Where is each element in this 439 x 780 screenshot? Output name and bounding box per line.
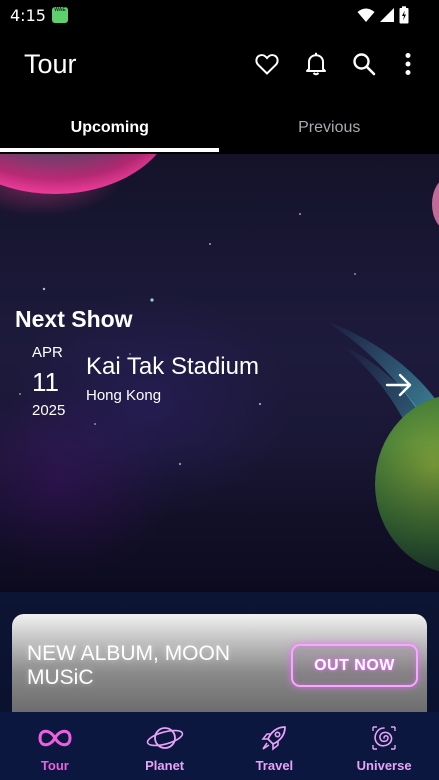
hero-shade bbox=[0, 442, 439, 592]
nav-label-planet: Planet bbox=[145, 758, 185, 773]
nav-item-travel[interactable]: Travel bbox=[220, 712, 330, 780]
next-show-heading: Next Show bbox=[15, 306, 133, 332]
nav-item-planet[interactable]: Planet bbox=[110, 712, 220, 780]
more-vert-icon bbox=[405, 53, 411, 75]
tab-upcoming[interactable]: Upcoming bbox=[0, 102, 220, 154]
wifi-icon bbox=[357, 8, 375, 22]
out-now-button[interactable]: OUT NOW bbox=[291, 644, 418, 687]
favorites-button[interactable] bbox=[253, 50, 281, 78]
nav-item-tour[interactable]: Tour bbox=[0, 712, 110, 780]
nav-label-universe: Universe bbox=[356, 758, 412, 773]
tab-indicator bbox=[0, 148, 219, 152]
status-bar: 4:15 WAE bbox=[0, 0, 439, 30]
infinity-icon bbox=[35, 722, 75, 754]
nav-item-universe[interactable]: Universe bbox=[329, 712, 439, 780]
tab-bar: Upcoming Previous bbox=[0, 102, 439, 154]
show-day: 11 bbox=[32, 367, 59, 397]
status-icons bbox=[357, 6, 409, 24]
tab-previous[interactable]: Previous bbox=[220, 102, 439, 154]
notifications-button[interactable] bbox=[302, 50, 330, 78]
venue-name: Kai Tak Stadium bbox=[86, 353, 259, 380]
bottom-navigation: Tour Planet Travel Universe bbox=[0, 712, 439, 780]
nav-label-travel: Travel bbox=[255, 758, 294, 773]
search-button[interactable] bbox=[350, 50, 378, 78]
nav-label-tour: Tour bbox=[40, 758, 69, 773]
planet-icon bbox=[145, 722, 185, 754]
galaxy-icon bbox=[364, 722, 404, 754]
heart-icon bbox=[255, 54, 279, 75]
show-details-button[interactable] bbox=[384, 372, 414, 398]
more-options-button[interactable] bbox=[394, 50, 422, 78]
app-bar: Tour bbox=[0, 30, 439, 102]
arrow-right-icon bbox=[385, 373, 412, 397]
show-month: APR bbox=[32, 344, 63, 361]
album-promo-banner[interactable]: NEW ALBUM, MOON MUSiC OUT NOW bbox=[12, 614, 427, 712]
app-notification-icon: WAE bbox=[52, 7, 68, 23]
bell-icon bbox=[306, 52, 326, 76]
rocket-icon bbox=[254, 722, 294, 754]
show-year: 2025 bbox=[32, 402, 66, 419]
cellular-signal-icon bbox=[380, 8, 394, 22]
venue-city: Hong Kong bbox=[86, 387, 162, 404]
status-time: 4:15 bbox=[10, 6, 46, 25]
battery-icon bbox=[399, 6, 409, 24]
page-title: Tour bbox=[24, 49, 77, 79]
search-icon bbox=[353, 53, 376, 76]
promo-text: NEW ALBUM, MOON MUSiC bbox=[27, 642, 231, 689]
